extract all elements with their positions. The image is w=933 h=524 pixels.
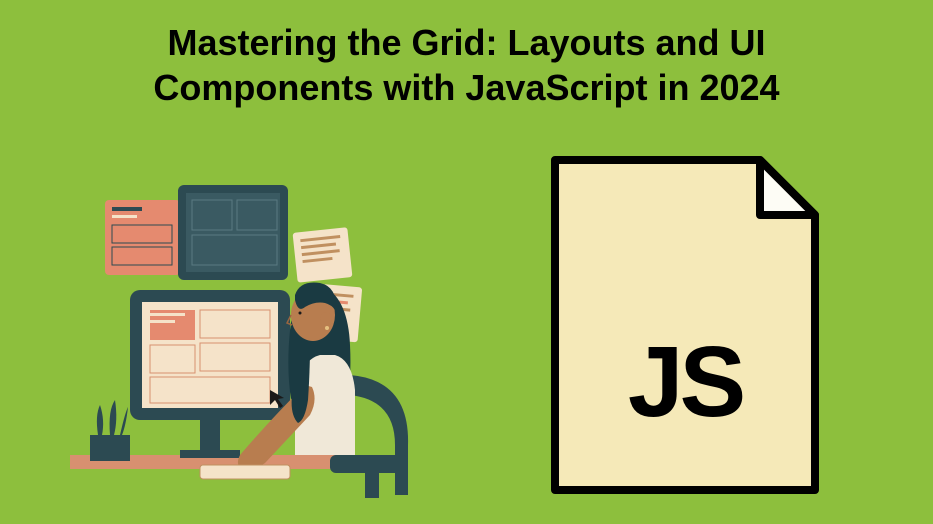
- note-paper-icon: [293, 227, 353, 282]
- secondary-screen-icon: [178, 185, 288, 280]
- plant-icon: [90, 400, 130, 461]
- file-type-label: JS: [545, 325, 825, 440]
- floating-window-icon: [105, 200, 180, 275]
- page-title: Mastering the Grid: Layouts and UI Compo…: [77, 20, 857, 110]
- js-file-icon: JS: [545, 150, 825, 500]
- monitor-stand: [200, 420, 220, 455]
- file-fold-shape: [760, 160, 815, 215]
- developer-illustration: [70, 165, 440, 505]
- monitor-icon: [130, 290, 290, 420]
- keyboard-icon: [200, 465, 290, 479]
- monitor-base: [180, 450, 240, 458]
